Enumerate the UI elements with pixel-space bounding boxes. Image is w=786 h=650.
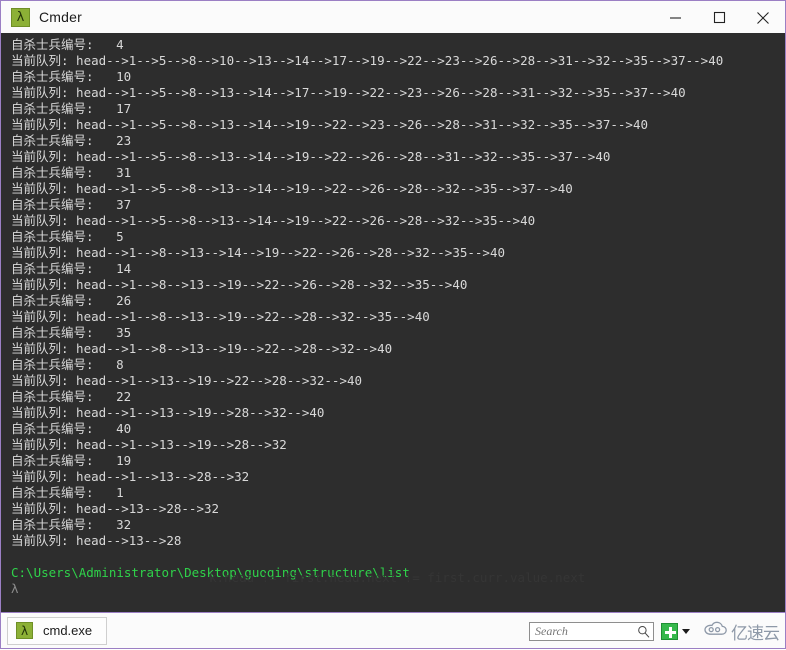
- window-title: Cmder: [39, 9, 83, 25]
- tab-cmd-exe[interactable]: λ cmd.exe: [7, 616, 108, 645]
- terminal-line: 当前队列: head-->1-->13-->19-->22-->28-->32-…: [11, 373, 363, 388]
- terminal-line: 自杀士兵编号: 40: [11, 421, 132, 436]
- terminal-line: 自杀士兵编号: 23: [11, 133, 132, 148]
- search-input[interactable]: [530, 623, 653, 640]
- chevron-down-icon[interactable]: [679, 623, 692, 640]
- terminal-line: 自杀士兵编号: 10: [11, 69, 132, 84]
- new-console-button[interactable]: [661, 623, 678, 640]
- terminal-line: 自杀士兵编号: 35: [11, 325, 132, 340]
- tab-label: cmd.exe: [43, 623, 93, 638]
- terminal-line: 当前队列: head-->1-->5-->8-->13-->14-->19-->…: [11, 149, 611, 164]
- terminal-line: 当前队列: head-->1-->13-->28-->32: [11, 469, 250, 484]
- terminal-line: 当前队列: head-->1-->8-->13-->19-->22-->26--…: [11, 277, 468, 292]
- maximize-button[interactable]: [697, 1, 741, 34]
- terminal-line: λ: [11, 581, 19, 596]
- watermark: 亿速云: [704, 619, 780, 644]
- terminal-line: 自杀士兵编号: 14: [11, 261, 132, 276]
- terminal-line: 当前队列: head-->1-->8-->13-->14-->19-->22--…: [11, 245, 506, 260]
- terminal-line: 自杀士兵编号: 8: [11, 357, 124, 372]
- terminal-line: 自杀士兵编号: 32: [11, 517, 132, 532]
- terminal-line: 自杀士兵编号: 31: [11, 165, 132, 180]
- terminal-output[interactable]: 自杀士兵编号: 4 当前队列: head-->1-->5-->8-->10-->1…: [1, 33, 785, 612]
- terminal-line: 当前队列: head-->1-->5-->8-->10-->13-->14-->…: [11, 53, 724, 68]
- terminal-line: C:\Users\Administrator\Desktop\guoqing\s…: [11, 565, 410, 580]
- terminal-line: 自杀士兵编号: 37: [11, 197, 132, 212]
- terminal-line: 当前队列: head-->1-->13-->19-->28-->32-->40: [11, 405, 325, 420]
- terminal-line: 当前队列: head-->1-->5-->8-->13-->14-->19-->…: [11, 213, 536, 228]
- terminal-line: 当前队列: head-->1-->5-->8-->13-->14-->17-->…: [11, 85, 686, 100]
- status-bar: λ cmd.exe Search 亿速云: [1, 612, 785, 649]
- chevron-down-glyph: [681, 629, 690, 634]
- terminal-line: 当前队列: head-->1-->13-->19-->28-->32: [11, 437, 287, 452]
- window-controls: [653, 1, 785, 34]
- watermark-text: 亿速云: [731, 624, 780, 644]
- lambda-icon: λ: [11, 7, 30, 27]
- terminal-line: 自杀士兵编号: 17: [11, 101, 132, 116]
- terminal-line: 自杀士兵编号: 1: [11, 485, 124, 500]
- cmder-window: λ Cmder 自杀士兵编号: 4 当前队列: head-->1-->5-->8…: [0, 0, 786, 649]
- minimize-button[interactable]: [653, 1, 697, 34]
- terminal-line: 当前队列: head-->1-->5-->8-->13-->14-->19-->…: [11, 117, 648, 132]
- app-icon-glyph: λ: [16, 9, 25, 25]
- close-button[interactable]: [741, 1, 785, 34]
- terminal-line: 自杀士兵编号: 19: [11, 453, 132, 468]
- terminal-line: 当前队列: head-->13-->28: [11, 533, 182, 548]
- terminal-line: 当前队列: head-->1-->8-->13-->19-->22-->28--…: [11, 341, 393, 356]
- terminal-line: 自杀士兵编号: 5: [11, 229, 124, 244]
- status-bar-right: 亿速云: [529, 613, 785, 650]
- terminal-line: 自杀士兵编号: 4: [11, 37, 124, 52]
- terminal-lines: 自杀士兵编号: 4 当前队列: head-->1-->5-->8-->10-->1…: [11, 37, 785, 597]
- lambda-icon: λ: [16, 622, 33, 639]
- title-bar[interactable]: λ Cmder: [1, 0, 785, 33]
- cloud-icon: [704, 621, 728, 642]
- terminal-line: 自杀士兵编号: 22: [11, 389, 132, 404]
- terminal-line: 自杀士兵编号: 26: [11, 293, 132, 308]
- search-box[interactable]: [529, 622, 654, 641]
- terminal-line: 当前队列: head-->13-->28-->32: [11, 501, 220, 516]
- terminal-line: 当前队列: head-->1-->5-->8-->13-->14-->19-->…: [11, 181, 573, 196]
- tab-icon-glyph: λ: [20, 623, 29, 638]
- terminal-line: 当前队列: head-->1-->8-->13-->19-->22-->28--…: [11, 309, 430, 324]
